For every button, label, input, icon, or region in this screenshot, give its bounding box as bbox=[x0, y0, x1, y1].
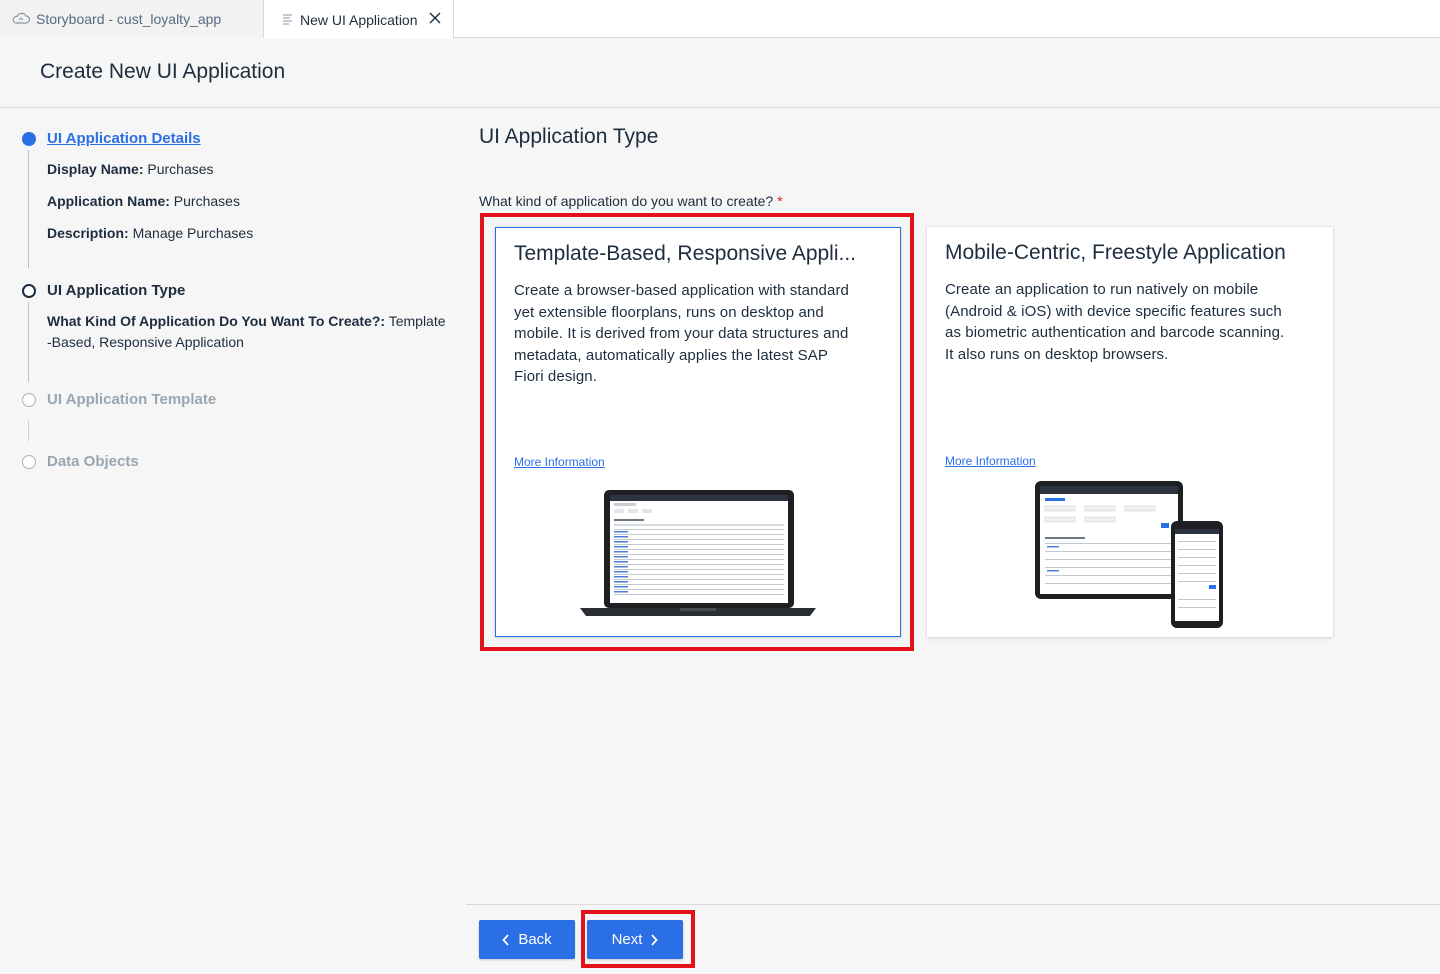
step-data-objects: Data Objects bbox=[47, 453, 139, 470]
card-title: Mobile-Centric, Freestyle Application bbox=[945, 241, 1286, 264]
page-title: Create New UI Application bbox=[40, 60, 286, 83]
step-ui-application-template: UI Application Template bbox=[47, 391, 217, 408]
step-connector bbox=[28, 302, 29, 382]
card-description: Create an application to run natively on… bbox=[945, 281, 1285, 363]
step-detail-display-name: Display Name: Purchases bbox=[47, 161, 214, 177]
chevron-left-icon bbox=[502, 933, 510, 946]
laptop-illustration bbox=[580, 490, 816, 623]
back-button[interactable]: Back bbox=[479, 920, 575, 959]
step-indicator-current bbox=[22, 284, 36, 298]
step-connector bbox=[28, 420, 29, 441]
next-button[interactable]: Next bbox=[587, 920, 683, 959]
step-ui-application-type[interactable]: UI Application Type bbox=[47, 282, 185, 299]
tab-new-ui-application-label: New UI Application bbox=[300, 11, 418, 28]
tab-storyboard[interactable]: Storyboard - cust_loyalty_app bbox=[0, 0, 264, 38]
card-title: Template-Based, Responsive Appli... bbox=[514, 242, 857, 265]
step-connector bbox=[28, 150, 29, 268]
step-ui-application-details[interactable]: UI Application Details bbox=[47, 130, 201, 147]
document-icon bbox=[282, 12, 294, 28]
tab-new-ui-application[interactable]: New UI Application bbox=[264, 0, 454, 39]
step-indicator-pending bbox=[22, 455, 36, 469]
footer-divider bbox=[466, 904, 1440, 905]
step-detail-application-name: Application Name: Purchases bbox=[47, 193, 240, 209]
step-detail-description: Description: Manage Purchases bbox=[47, 225, 254, 241]
chevron-right-icon bbox=[650, 933, 659, 946]
tab-storyboard-label: Storyboard - cust_loyalty_app bbox=[36, 11, 222, 27]
required-marker: * bbox=[777, 193, 783, 209]
more-information-link[interactable]: More Information bbox=[945, 454, 1036, 468]
close-icon[interactable] bbox=[427, 10, 443, 26]
section-title: UI Application Type bbox=[479, 125, 659, 148]
step-indicator-active bbox=[22, 132, 36, 146]
application-kind-question: What kind of application do you want to … bbox=[479, 193, 783, 209]
cloud-icon bbox=[12, 11, 31, 27]
card-description: Create a browser-based application with … bbox=[514, 282, 849, 386]
card-template-based[interactable]: Template-Based, Responsive Appli... Crea… bbox=[495, 227, 901, 637]
step-detail-application-kind: What Kind Of Application Do You Want To … bbox=[47, 313, 446, 350]
more-information-link[interactable]: More Information bbox=[514, 455, 605, 469]
tab-bar: Storyboard - cust_loyalty_app New UI App… bbox=[0, 0, 1440, 39]
step-indicator-pending bbox=[22, 393, 36, 407]
tablet-phone-illustration bbox=[1035, 481, 1225, 634]
card-mobile-centric[interactable]: Mobile-Centric, Freestyle Application Cr… bbox=[927, 227, 1333, 637]
header-divider bbox=[0, 107, 1440, 108]
